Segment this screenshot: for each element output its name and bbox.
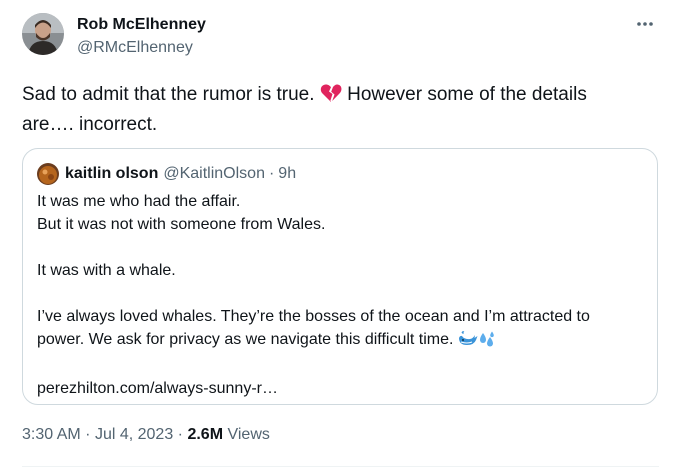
tweet-time[interactable]: 3:30 AM <box>22 426 81 443</box>
quote-separator: · <box>268 165 275 182</box>
quote-link[interactable]: perezhilton.com/always-sunny-r… <box>37 377 647 400</box>
quote-line: I’ve always loved whales. They’re the bo… <box>37 308 590 325</box>
tweet-text: Sad to admit that the rumor is true. How… <box>22 81 642 138</box>
quote-line-with-emoji: power. We ask for privacy as we navigate… <box>37 328 647 354</box>
sweat-droplets-icon <box>478 331 496 354</box>
quote-header: kaitlin olson @KaitlinOlson · 9h <box>37 163 296 185</box>
broken-heart-icon <box>320 83 342 111</box>
tweet-header: Rob McElhenney @RMcElhenney <box>22 13 206 58</box>
quote-author-name[interactable]: kaitlin olson <box>65 164 158 184</box>
quote-author-avatar[interactable] <box>37 163 59 185</box>
author-handle[interactable]: @RMcElhenney <box>77 38 206 58</box>
tweet-meta: 3:30 AM · Jul 4, 2023 · 2.6M Views <box>22 425 270 445</box>
meta-separator: · <box>177 426 183 443</box>
tweet-date[interactable]: Jul 4, 2023 <box>95 426 173 443</box>
author-avatar[interactable] <box>22 13 64 55</box>
quote-text: It was me who had the affair. But it was… <box>37 190 647 400</box>
tweet-text-part1: Sad to admit that the rumor is true. <box>22 84 320 105</box>
divider <box>22 466 659 467</box>
whale-icon <box>458 331 478 354</box>
quote-line: But it was not with someone from Wales. <box>37 216 326 233</box>
quoted-tweet[interactable]: kaitlin olson @KaitlinOlson · 9h It was … <box>22 148 658 405</box>
author-display-name[interactable]: Rob McElhenney <box>77 15 206 35</box>
quote-line: It was with a whale. <box>37 262 176 279</box>
quote-line: It was me who had the affair. <box>37 193 241 210</box>
more-dots-icon <box>637 22 653 26</box>
more-options-button[interactable] <box>633 12 657 36</box>
quote-blank-line <box>37 354 647 377</box>
views-count[interactable]: 2.6M <box>187 426 223 443</box>
quote-author-handle[interactable]: @KaitlinOlson <box>163 164 265 184</box>
tweet-card: Rob McElhenney @RMcElhenney Sad to admit… <box>0 0 675 475</box>
meta-separator: · <box>85 426 91 443</box>
quote-blank-line <box>37 236 647 259</box>
author-names: Rob McElhenney @RMcElhenney <box>77 15 206 58</box>
quote-timestamp[interactable]: 9h <box>278 164 296 184</box>
quote-blank-line <box>37 282 647 305</box>
quote-line: power. We ask for privacy as we navigate… <box>37 331 454 348</box>
views-label: Views <box>227 426 270 443</box>
